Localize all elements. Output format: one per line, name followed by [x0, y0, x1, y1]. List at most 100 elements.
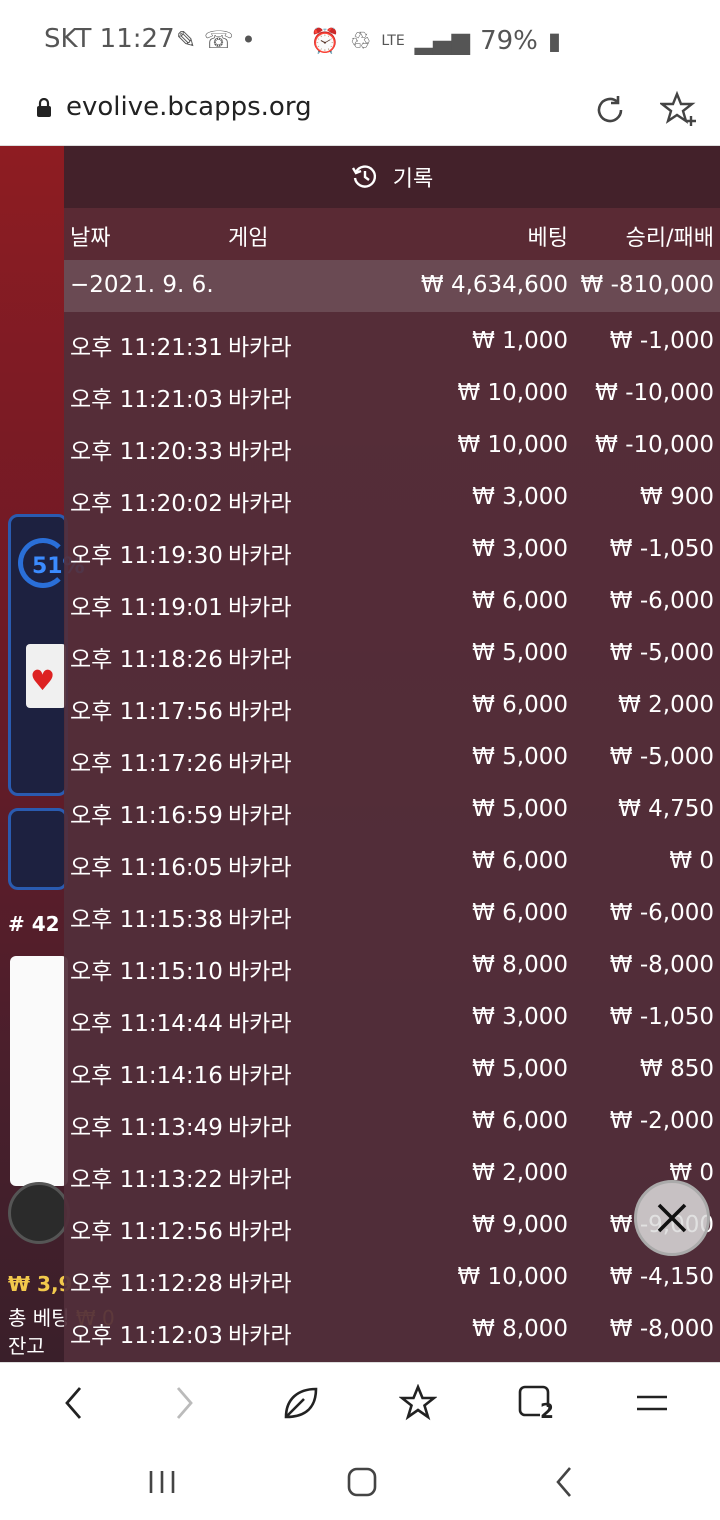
system-nav-bar [0, 1440, 720, 1520]
forward-button[interactable] [162, 1381, 206, 1425]
recents-button[interactable] [142, 1462, 182, 1502]
url-text[interactable]: evolive.bcapps.org [66, 92, 312, 122]
history-row-result: ₩ -1,000 [609, 328, 714, 354]
tabs-button[interactable]: 2 [514, 1381, 558, 1425]
clock-history-icon [351, 165, 376, 188]
history-row-result: ₩ -10,000 [595, 380, 714, 406]
history-row-bet: ₩ 6,000 [472, 1108, 568, 1134]
history-row-game: 바카라 [228, 543, 292, 569]
history-row-result: ₩ -5,000 [609, 744, 714, 770]
history-row[interactable]: 오후 11:19:01 바카라 ₩ 6,000 ₩ -6,000 [64, 576, 720, 628]
star-plus-icon[interactable] [660, 90, 698, 128]
history-row[interactable]: 오후 11:21:31 바카라 ₩ 1,000 ₩ -1,000 [64, 316, 720, 368]
history-row-bet: ₩ 2,000 [472, 1160, 568, 1186]
history-row-bet: ₩ 3,000 [472, 484, 568, 510]
address-bar[interactable]: evolive.bcapps.org [0, 80, 720, 146]
history-row-result: ₩ -6,000 [609, 588, 714, 614]
history-row-game: 바카라 [228, 1271, 292, 1297]
history-row[interactable]: 오후 11:16:59 바카라 ₩ 5,000 ₩ 4,750 [64, 784, 720, 836]
history-row-game: 바카라 [228, 491, 292, 517]
history-row-time: 오후 11:14:16 [70, 1063, 223, 1089]
menu-button[interactable] [630, 1381, 674, 1425]
history-row[interactable]: 오후 11:20:02 바카라 ₩ 3,000 ₩ 900 [64, 472, 720, 524]
total-bet-label: 총 베팅 [8, 1306, 70, 1330]
history-rows: 오후 11:21:31 바카라 ₩ 1,000 ₩ -1,000 오후 11:21:03… [64, 316, 720, 1356]
close-icon [657, 1203, 687, 1233]
status-notification-icons: ✎ ☏ • [176, 26, 256, 54]
bookmarks-button[interactable] [396, 1381, 440, 1425]
history-row[interactable]: 오후 11:12:28 바카라 ₩ 10,000 ₩ -4,150 [64, 1252, 720, 1304]
date-group-date: −2021. 9. 6. [70, 272, 214, 298]
nav-back-icon [556, 1467, 571, 1497]
history-row-bet: ₩ 10,000 [457, 380, 568, 406]
balance-amount: ₩ 3,9 [8, 1272, 73, 1296]
history-row-bet: ₩ 3,000 [472, 1004, 568, 1030]
history-row-game: 바카라 [228, 1167, 292, 1193]
history-row-result: ₩ -8,000 [609, 952, 714, 978]
history-row-bet: ₩ 6,000 [472, 848, 568, 874]
history-row-bet: ₩ 6,000 [472, 900, 568, 926]
history-row[interactable]: 오후 11:20:33 바카라 ₩ 10,000 ₩ -10,000 [64, 420, 720, 472]
history-row-game: 바카라 [228, 335, 292, 361]
history-row-bet: ₩ 6,000 [472, 692, 568, 718]
history-panel: 기록 날짜 게임 베팅 승리/패배 −2021. 9. 6. ₩ 4,634,6… [64, 146, 720, 1362]
history-row-time: 오후 11:21:31 [70, 335, 223, 361]
history-row-game: 바카라 [228, 959, 292, 985]
history-row[interactable]: 오후 11:21:03 바카라 ₩ 10,000 ₩ -10,000 [64, 368, 720, 420]
history-row-game: 바카라 [228, 1115, 292, 1141]
balance-label: 잔고 [8, 1334, 45, 1358]
history-row-result: ₩ -10,000 [595, 432, 714, 458]
history-row-bet: ₩ 3,000 [472, 536, 568, 562]
column-game: 게임 [228, 226, 269, 251]
tab-count: 2 [540, 1399, 554, 1423]
history-row[interactable]: 오후 11:12:56바카라₩ 9,000₩ -9,000 [64, 1200, 720, 1252]
history-row[interactable]: 오후 11:14:16 바카라 ₩ 5,000 ₩ 850 [64, 1044, 720, 1096]
history-row-time: 오후 11:15:10 [70, 959, 223, 985]
history-row-time: 오후 11:19:30 [70, 543, 223, 569]
history-row-game: 바카라 [228, 1063, 292, 1089]
history-row[interactable]: 오후 11:15:10 바카라 ₩ 8,000 ₩ -8,000 [64, 940, 720, 992]
date-group-row[interactable]: −2021. 9. 6. ₩ 4,634,600 ₩ -810,000 [64, 260, 720, 312]
history-row-time: 오후 11:17:26 [70, 751, 223, 777]
history-row-time: 오후 11:21:03 [70, 387, 223, 413]
history-row-bet: ₩ 5,000 [472, 640, 568, 666]
history-row[interactable]: 오후 11:12:03 바카라 ₩ 8,000 ₩ -8,000 [64, 1304, 720, 1356]
history-row[interactable]: 오후 11:13:22 바카라 ₩ 2,000 ₩ 0 [64, 1148, 720, 1200]
history-row-game: 바카라 [228, 595, 292, 621]
battery-saver-icon: ♲ [349, 27, 372, 55]
history-row-bet: ₩ 8,000 [472, 952, 568, 978]
history-row-game: 바카라 [228, 751, 292, 777]
chevron-right-icon [176, 1387, 193, 1419]
system-back-button[interactable] [544, 1462, 584, 1502]
history-row-game: 바카라 [228, 803, 292, 829]
player-pair-panel[interactable] [8, 808, 68, 890]
history-row-time: 오후 11:18:26 [70, 647, 223, 673]
history-row[interactable]: 오후 11:17:26 바카라 ₩ 5,000 ₩ -5,000 [64, 732, 720, 784]
history-row[interactable]: 오후 11:15:38 바카라 ₩ 6,000 ₩ -6,000 [64, 888, 720, 940]
history-row-game: 바카라 [228, 855, 292, 881]
status-system-icons: ⏰ ♲ LTE ▂▄▆ 79% ▮ [310, 26, 561, 56]
history-title-bar: 기록 [64, 146, 720, 208]
close-button[interactable] [634, 1180, 710, 1256]
history-row[interactable]: 오후 11:14:44 바카라 ₩ 3,000 ₩ -1,050 [64, 992, 720, 1044]
history-row[interactable]: 오후 11:17:56 바카라 ₩ 6,000 ₩ 2,000 [64, 680, 720, 732]
history-row-game: 바카라 [228, 387, 292, 413]
history-row[interactable]: 오후 11:19:30 바카라 ₩ 3,000 ₩ -1,050 [64, 524, 720, 576]
column-bet: 베팅 [527, 226, 568, 251]
status-bar: SKT 11:27 ✎ ☏ • ⏰ ♲ LTE ▂▄▆ 79% ▮ [0, 0, 720, 80]
history-row-result: ₩ -6,000 [609, 900, 714, 926]
reload-icon[interactable] [592, 92, 628, 128]
star-icon [399, 1384, 437, 1421]
history-row-bet: ₩ 1,000 [472, 328, 568, 354]
history-row[interactable]: 오후 11:16:05 바카라 ₩ 6,000 ₩ 0 [64, 836, 720, 888]
history-row[interactable]: 오후 11:18:26 바카라 ₩ 5,000 ₩ -5,000 [64, 628, 720, 680]
history-row-result: ₩ 900 [640, 484, 714, 510]
home-button[interactable] [278, 1381, 322, 1425]
history-row-time: 오후 11:20:33 [70, 439, 223, 465]
history-row[interactable]: 오후 11:13:49 바카라 ₩ 6,000 ₩ -2,000 [64, 1096, 720, 1148]
system-home-button[interactable] [342, 1462, 382, 1502]
back-button[interactable] [52, 1381, 96, 1425]
heart-icon: ♥ [30, 664, 56, 697]
chip-stack-icon[interactable] [8, 1182, 70, 1244]
round-number: # 42 [8, 912, 60, 936]
